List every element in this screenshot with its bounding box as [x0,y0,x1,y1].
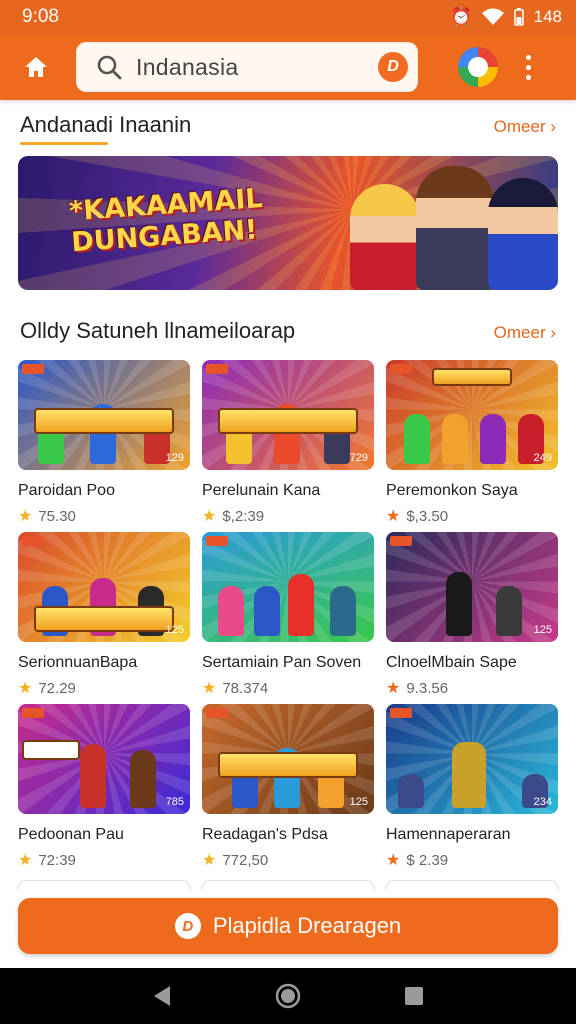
logo-icon [468,57,488,77]
game-badge: 249 [533,452,552,464]
game-rating: ★ 72:39 [18,851,76,870]
game-thumbnail: 249 [386,360,558,470]
featured-section-title: Andanadi Inaanin [20,112,192,137]
game-badge: 125 [165,624,184,636]
game-thumbnail: 129 [18,360,190,470]
featured-banner[interactable]: *KAKAAMAIL DUNGABAN! [18,156,558,290]
star-icon: ★ [386,508,401,525]
game-thumbnail: 125 [18,532,190,642]
game-thumbnail: 234 [386,704,558,814]
search-bar[interactable]: Indanasia D [76,42,418,92]
game-card[interactable]: 125 SerionnuanBapa ★ 72.29 [18,532,190,704]
game-logo [218,408,358,434]
featured-section-header: Andanadi Inaanin Omeer › [20,112,556,138]
next-card-peek [18,880,190,890]
star-icon: ★ [202,852,217,869]
game-thumbnail: 125 [386,532,558,642]
recents-icon[interactable] [404,986,424,1006]
game-title: Pedoonan Pau [18,826,124,843]
featured-more-link[interactable]: Omeer › [494,117,556,137]
game-title: SerionnuanBapa [18,654,138,671]
game-thumbnail: 729 [202,360,374,470]
next-card-peek [202,880,374,890]
game-logo [34,606,174,632]
game-badge: 129 [165,452,184,464]
primary-action-label: Plapidla Drearagen [212,913,402,938]
game-card[interactable]: 729 Perelunain Kana ★ $,2:39 [202,360,374,532]
home-icon [25,57,47,77]
battery-icon [513,8,524,26]
brand-icon: D [174,913,201,939]
back-icon[interactable] [152,985,172,1007]
game-card[interactable]: 249 Peremonkon Saya ★ $,3.50 [386,360,558,532]
brand-badge-icon[interactable]: D [378,52,408,82]
popular-section-title: Olldy Satuneh llnameiloarap [20,318,296,343]
game-rating: ★ 72.29 [18,679,76,698]
game-title: Sertamiain Pan Soven [202,654,362,671]
star-icon: ★ [18,852,33,869]
game-title: Paroidan Poo [18,482,115,499]
banner-hero-3 [488,178,558,290]
game-badge: 729 [349,452,368,464]
game-title: Perelunain Kana [202,482,321,499]
star-icon: ★ [386,680,401,697]
game-logo [432,368,512,386]
game-card[interactable]: 125 ClnoelMbain Sape ★ 9.3.56 [386,532,558,704]
game-rating: ★ 75.30 [18,507,76,526]
game-logo [34,408,174,434]
game-badge: 125 [533,624,552,636]
popular-section-header: Olldy Satuneh llnameiloarap Omeer › [20,318,556,344]
wifi-icon [481,8,504,25]
star-icon: ★ [386,852,401,869]
game-title: Peremonkon Saya [386,482,518,499]
game-rating: ★ $ 2.39 [386,851,449,870]
status-icons: ⏰ 148 [450,7,562,27]
game-logo [218,752,358,778]
next-card-peek [386,880,558,890]
game-rating: ★ $,3.50 [386,507,449,526]
account-logo-button[interactable] [458,47,498,87]
search-icon [97,55,122,80]
search-input[interactable]: Indanasia [136,54,378,81]
game-rating: ★ 9.3.56 [386,679,449,698]
home-button[interactable] [14,45,58,89]
game-badge: 125 [349,796,368,808]
game-rating: ★ $,2:39 [202,507,265,526]
game-grid: 129 Paroidan Poo ★ 75.30 729 Perelunain K… [18,360,558,876]
star-icon: ★ [18,508,33,525]
game-title: Readagan's Pdsa [202,826,328,843]
star-icon: ★ [202,680,217,697]
banner-hero-1 [350,184,420,290]
overflow-menu-button[interactable] [518,47,538,87]
star-icon: ★ [18,680,33,697]
battery-level: 148 [533,7,562,26]
game-badge: 785 [165,796,184,808]
popular-more-link[interactable]: Omeer › [494,323,556,343]
banner-hero-2 [416,166,494,290]
game-title: ClnoelMbain Sape [386,654,517,671]
app-bar: Indanasia D [0,34,576,100]
system-nav-bar [0,968,576,1024]
star-icon: ★ [202,508,217,525]
primary-action-button[interactable]: D Plapidla Drearagen [18,898,558,954]
game-rating: ★ 78.374 [202,679,269,698]
alarm-icon: ⏰ [450,7,472,26]
game-thumbnail: 125 [202,704,374,814]
game-thumbnail [202,532,374,642]
game-logo [22,740,80,760]
game-card[interactable]: 785 Pedoonan Pau ★ 72:39 [18,704,190,876]
status-time: 9:08 [22,6,59,27]
game-title: Hamennaperaran [386,826,511,843]
status-bar: 9:08 ⏰ 148 [0,0,576,34]
game-thumbnail: 785 [18,704,190,814]
game-card[interactable]: 129 Paroidan Poo ★ 75.30 [18,360,190,532]
game-card[interactable]: Sertamiain Pan Soven ★ 78.374 [202,532,374,704]
game-badge: 234 [533,796,552,808]
section-underline [20,142,108,145]
game-card[interactable]: 125 Readagan's Pdsa ★ 772,50 [202,704,374,876]
game-card[interactable]: 234 Hamennaperaran ★ $ 2.39 [386,704,558,876]
home-nav-icon[interactable] [275,983,301,1009]
game-rating: ★ 772,50 [202,851,269,870]
